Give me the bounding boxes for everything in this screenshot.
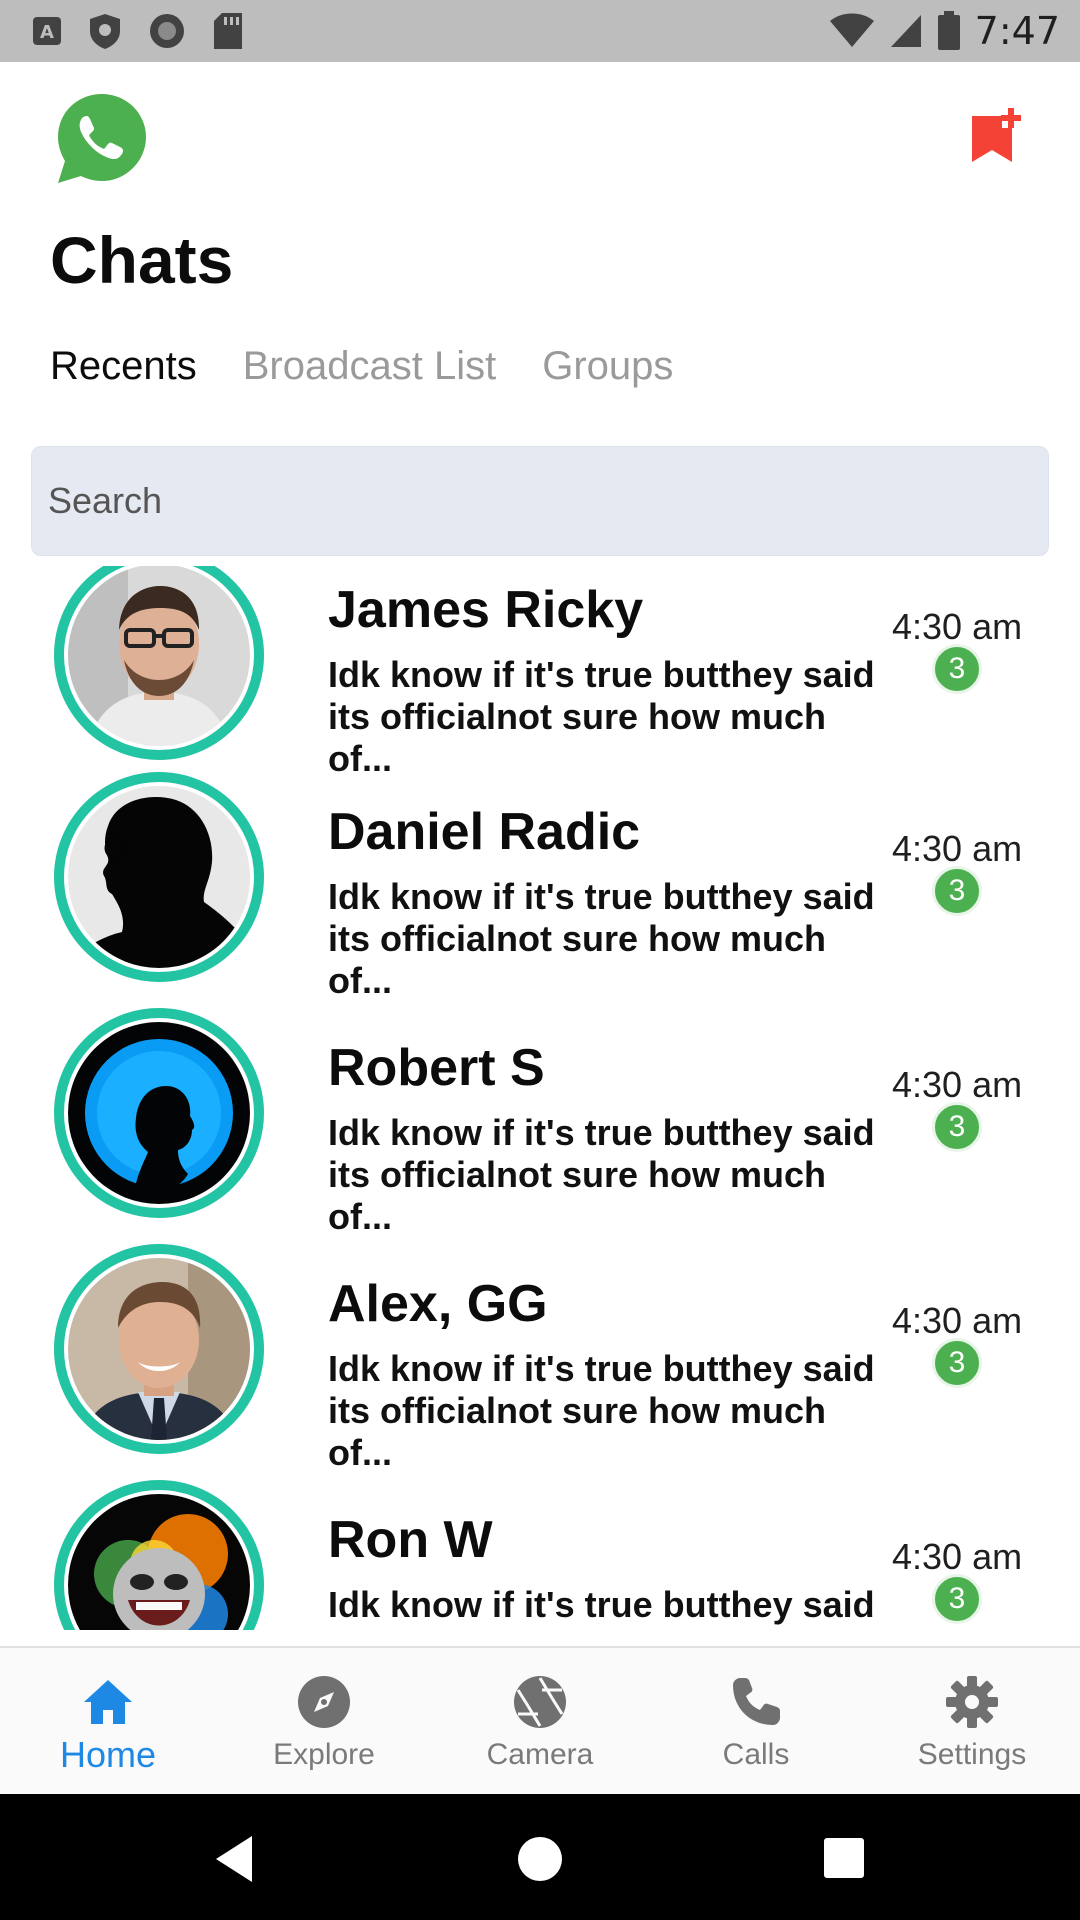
- tab-recents[interactable]: Recents: [50, 344, 197, 400]
- gear-icon: [946, 1676, 998, 1728]
- chat-row[interactable]: Daniel Radic Idk know if it's true butth…: [0, 772, 1080, 1008]
- home-button-icon[interactable]: [505, 1824, 575, 1894]
- colorful-smiley-photo: [68, 1494, 250, 1630]
- nav-home[interactable]: Home: [0, 1648, 216, 1796]
- status-bar: A 7:47: [0, 0, 1080, 62]
- system-navigation-bar: [0, 1794, 1080, 1920]
- camera-aperture-icon: [514, 1676, 566, 1728]
- nav-label: Settings: [917, 1738, 1027, 1771]
- phone-icon: [733, 1678, 780, 1725]
- recents-icon[interactable]: [810, 1824, 880, 1894]
- bottom-navigation: Home Explore Camera Calls Settings: [0, 1646, 1080, 1796]
- shield-icon: [90, 14, 120, 49]
- screen: A 7:47 Chats Recents Broadcast List Grou…: [0, 0, 1080, 1920]
- nav-camera[interactable]: Camera: [432, 1648, 648, 1796]
- man-glasses-photo: [68, 566, 250, 746]
- unread-count-badge: 3: [932, 866, 982, 916]
- message-time: 4:30 am: [892, 828, 1023, 869]
- tab-groups[interactable]: Groups: [542, 344, 673, 400]
- message-preview: Idk know if it's true butthey said its o…: [328, 654, 875, 779]
- nav-label: Home: [59, 1734, 157, 1775]
- message-time: 4:30 am: [892, 1064, 1023, 1105]
- contact-name: Alex, GG: [328, 1275, 548, 1333]
- chat-row[interactable]: Alex, GG Idk know if it's true butthey s…: [0, 1244, 1080, 1480]
- avatar[interactable]: [54, 566, 264, 760]
- back-icon[interactable]: [200, 1824, 270, 1894]
- a-badge-icon: A: [33, 17, 61, 45]
- chat-tabs: Recents Broadcast List Groups: [50, 344, 719, 400]
- circle-record-icon: [150, 14, 184, 48]
- signal-icon: [890, 15, 921, 47]
- unread-count-badge: 3: [932, 1102, 982, 1152]
- nav-label: Camera: [486, 1738, 594, 1771]
- page-title: Chats: [50, 223, 234, 297]
- unread-count-badge: 3: [932, 1338, 982, 1388]
- message-preview: Idk know if it's true butthey said its o…: [328, 1584, 875, 1630]
- blue-silhouette-photo: [68, 1022, 250, 1204]
- message-time: 4:30 am: [892, 606, 1023, 647]
- status-bar-left: A: [32, 12, 270, 50]
- nav-explore[interactable]: Explore: [216, 1648, 432, 1796]
- contact-name: Ron W: [328, 1511, 493, 1569]
- silhouette-glasses-photo: [68, 786, 250, 968]
- message-preview: Idk know if it's true butthey said its o…: [328, 1112, 875, 1237]
- nav-label: Explore: [273, 1738, 375, 1771]
- sd-card-icon: [214, 13, 242, 49]
- chat-row[interactable]: Robert S Idk know if it's true butthey s…: [0, 1008, 1080, 1244]
- chat-list: James Ricky Idk know if it's true butthe…: [0, 566, 1080, 1630]
- chat-row[interactable]: James Ricky Idk know if it's true butthe…: [0, 566, 1080, 786]
- man-suit-photo: [68, 1258, 250, 1440]
- home-icon: [84, 1680, 132, 1724]
- status-time: 7:47: [974, 9, 1060, 53]
- message-preview: Idk know if it's true butthey said its o…: [328, 1348, 875, 1473]
- nav-calls[interactable]: Calls: [648, 1648, 864, 1796]
- contact-name: Daniel Radic: [328, 803, 641, 861]
- whatsapp-logo-icon[interactable]: [52, 88, 152, 188]
- unread-count-badge: 3: [932, 644, 982, 694]
- bookmark-add-icon[interactable]: [968, 108, 1022, 164]
- search-input[interactable]: [46, 479, 1048, 523]
- battery-icon: [937, 11, 960, 50]
- unread-count-badge: 3: [932, 1574, 982, 1624]
- contact-name: Robert S: [328, 1039, 545, 1097]
- chat-row[interactable]: Ron W Idk know if it's true butthey said…: [0, 1480, 1080, 1630]
- svg-text:A: A: [40, 22, 54, 43]
- message-preview: Idk know if it's true butthey said its o…: [328, 876, 875, 1001]
- compass-icon: [298, 1676, 350, 1728]
- tab-broadcast-list[interactable]: Broadcast List: [243, 344, 496, 400]
- avatar[interactable]: [54, 1480, 264, 1630]
- avatar[interactable]: [54, 772, 264, 982]
- message-time: 4:30 am: [892, 1536, 1023, 1577]
- avatar[interactable]: [54, 1008, 264, 1218]
- nav-settings[interactable]: Settings: [864, 1648, 1080, 1796]
- avatar[interactable]: [54, 1244, 264, 1454]
- nav-label: Calls: [722, 1738, 790, 1771]
- search-bar: [31, 446, 1049, 556]
- wifi-icon: [829, 13, 874, 47]
- contact-name: James Ricky: [328, 581, 644, 639]
- status-bar-right: 7:47: [815, 9, 1060, 53]
- message-time: 4:30 am: [892, 1300, 1023, 1341]
